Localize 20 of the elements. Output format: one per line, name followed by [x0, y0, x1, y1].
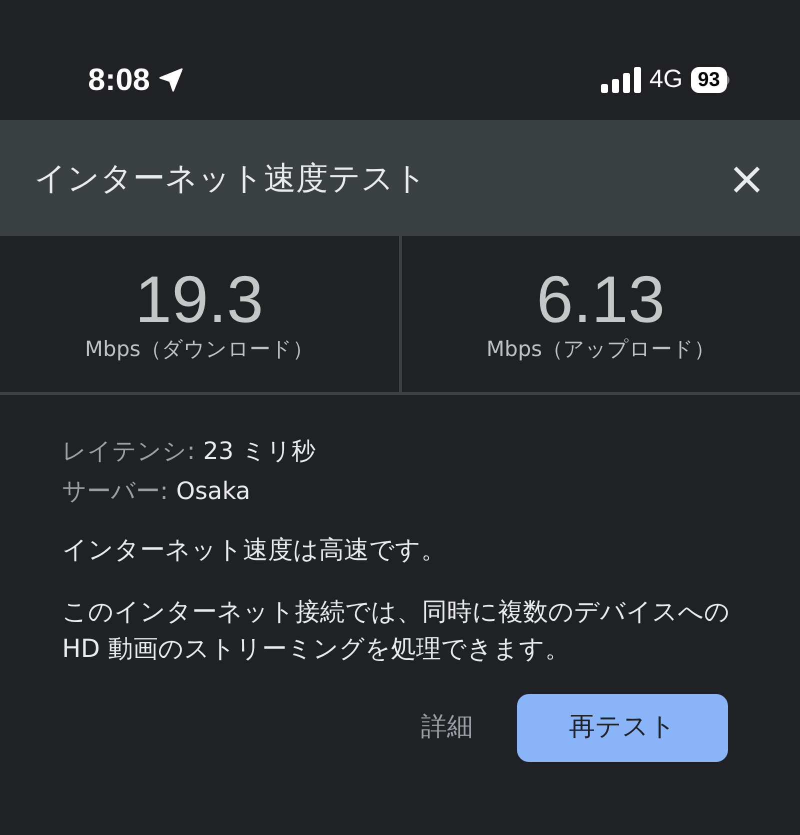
location-arrow-icon: [158, 67, 184, 93]
speed-unit: Mbps（アップロード）: [485, 336, 716, 363]
detail-value: Osaka: [176, 476, 250, 507]
detail-label: サーバー:: [62, 476, 168, 507]
close-button[interactable]: ×: [727, 155, 766, 201]
battery-level: 93: [690, 67, 727, 93]
network-label: 4G: [649, 64, 683, 96]
retest-button[interactable]: 再テスト: [517, 694, 728, 762]
clock-time: 8:08: [88, 60, 150, 99]
speed-unit: Mbps（ダウンロード）: [84, 336, 315, 363]
result-message: インターネット速度は高速です。: [62, 534, 447, 566]
signal-icon: [601, 67, 642, 93]
detail-value: 23 ミリ秒: [203, 436, 316, 467]
battery-tip-icon: [727, 75, 732, 85]
detail-label: レイテンシ:: [62, 436, 196, 467]
result-description: このインターネット接続では、同時に複数のデバイスへの HD 動画のストリーミングを処理できます。: [62, 596, 731, 665]
speed-value: 19.3: [134, 266, 264, 332]
details-button[interactable]: 詳細: [401, 694, 493, 761]
dialog-title: インターネット速度テスト: [34, 158, 427, 199]
speed-value: 6.13: [536, 266, 666, 332]
